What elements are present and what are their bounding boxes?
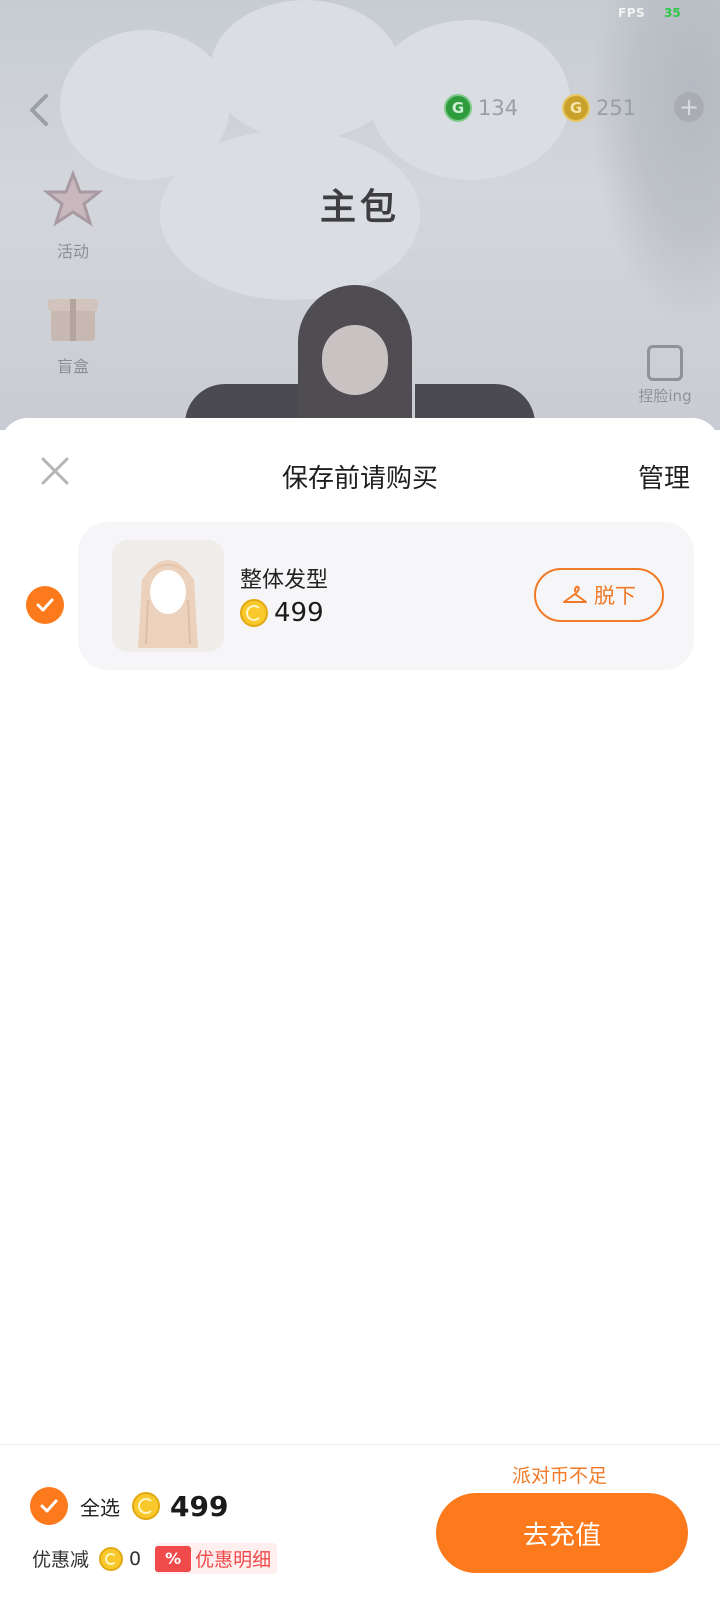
checkmark-icon xyxy=(40,1499,58,1513)
take-off-button[interactable]: 脱下 xyxy=(534,568,664,622)
tree-decoration xyxy=(590,0,720,330)
side-item-activity[interactable]: 活动 xyxy=(38,169,108,262)
face-slot-label: 捏脸ing xyxy=(638,387,692,405)
discount-detail-label: 优惠明细 xyxy=(195,1549,272,1571)
green-coin-icon: G xyxy=(444,94,472,122)
green-currency: G 134 xyxy=(444,92,518,124)
hanger-icon xyxy=(563,585,587,603)
add-currency-button[interactable]: + xyxy=(674,92,704,122)
party-coin-icon xyxy=(240,599,268,627)
back-arrow-icon[interactable] xyxy=(22,90,56,130)
manage-button[interactable]: 管理 xyxy=(638,458,690,495)
discount-label: 优惠减 xyxy=(32,1549,90,1571)
take-off-label: 脱下 xyxy=(594,584,636,608)
party-coin-icon xyxy=(99,1546,124,1571)
item-name: 整体发型 xyxy=(240,568,329,593)
discount-detail-link[interactable]: % 优惠明细 xyxy=(155,1543,278,1574)
side-item-label: 活动 xyxy=(56,242,89,261)
purchase-sheet: 保存前请购买 管理 整体发型 499 脱下 xyxy=(0,418,720,1600)
edit-face-icon xyxy=(647,345,683,381)
select-all-label: 全选 xyxy=(80,1495,120,1520)
fps-label: FPS xyxy=(618,6,646,20)
recharge-button[interactable]: 去充值 xyxy=(436,1493,688,1573)
item-checkbox[interactable] xyxy=(26,586,64,624)
sheet-title: 保存前请购买 xyxy=(281,464,438,494)
cloud-decoration xyxy=(210,0,400,140)
checkout-footer: 派对币不足 全选 499 优惠减 0 % 优惠明细 去充值 xyxy=(0,1444,720,1600)
face-edit-slot[interactable]: 捏脸ing xyxy=(630,345,700,406)
fps-value: 35 xyxy=(664,6,681,20)
gold-coin-icon: G xyxy=(562,94,590,122)
discount-row: 优惠减 0 % 优惠明细 xyxy=(32,1543,278,1574)
gold-currency-amount: 251 xyxy=(596,96,637,120)
scene-title: 主包 xyxy=(319,187,400,228)
gold-currency: G 251 xyxy=(562,92,636,124)
select-all-row: 全选 499 xyxy=(30,1487,228,1525)
list-item[interactable]: 整体发型 499 脱下 xyxy=(78,522,694,670)
side-item-label: 盲盒 xyxy=(56,357,89,376)
select-all-checkbox[interactable] xyxy=(30,1487,68,1525)
side-item-blindbox[interactable]: 盲盒 xyxy=(38,285,108,377)
discount-value: 0 xyxy=(129,1547,142,1570)
gift-box-icon xyxy=(48,299,98,341)
game-scene-background: FPS 35 G 134 G 251 + 主包 活动 盲盒 捏脸ing xyxy=(0,0,720,430)
discount-percent-icon: % xyxy=(155,1545,192,1572)
checkmark-icon xyxy=(36,598,54,612)
hairstyle-thumbnail xyxy=(112,540,224,652)
avatar-character xyxy=(290,285,420,430)
item-price: 499 xyxy=(240,598,324,628)
party-coin-icon xyxy=(132,1492,160,1520)
green-currency-amount: 134 xyxy=(478,96,519,120)
star-icon xyxy=(42,169,104,227)
insufficient-coins-text: 派对币不足 xyxy=(512,1465,608,1487)
total-price: 499 xyxy=(170,1489,229,1523)
item-price-value: 499 xyxy=(274,598,324,628)
